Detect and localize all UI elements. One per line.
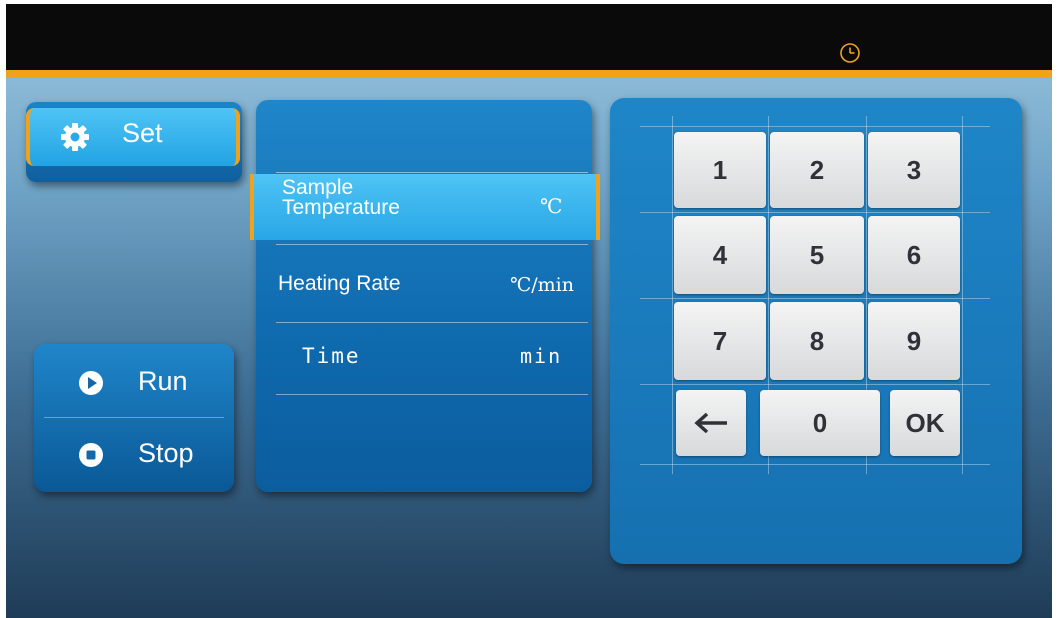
grid-line xyxy=(640,298,990,299)
set-button[interactable]: Set xyxy=(26,102,242,182)
run-button[interactable]: Run xyxy=(34,344,234,418)
param-unit: min xyxy=(520,344,563,368)
grid-line xyxy=(640,464,990,465)
param-row-sample-temperature[interactable]: Sample Temperature ℃ xyxy=(250,174,600,240)
numeric-keypad: 1 2 3 4 5 6 7 8 9 0 OK xyxy=(610,98,1022,564)
key-label: 3 xyxy=(906,155,922,185)
key-label: 4 xyxy=(712,240,728,270)
param-row-time[interactable]: Time min xyxy=(256,330,592,394)
grid-line xyxy=(962,116,963,474)
grid-line xyxy=(640,126,990,127)
grid-line xyxy=(640,384,990,385)
key-4[interactable]: 4 xyxy=(674,216,766,294)
key-label: 5 xyxy=(809,240,825,270)
param-label: Sample Temperature xyxy=(282,176,400,219)
param-label: Heating Rate xyxy=(278,272,401,295)
key-9[interactable]: 9 xyxy=(868,302,960,380)
ok-key[interactable]: OK xyxy=(890,390,960,456)
param-unit: ℃ xyxy=(540,194,563,218)
parameter-panel: Sample Temperature ℃ Heating Rate ℃/min … xyxy=(250,100,600,492)
key-label: 7 xyxy=(712,326,728,356)
key-label: 0 xyxy=(812,408,828,438)
clock-icon xyxy=(840,43,860,63)
gear-icon xyxy=(61,123,89,151)
key-label: 6 xyxy=(906,240,922,270)
device-screen: Set Run Stop Sample Temperature ℃ Heatin… xyxy=(6,4,1052,618)
play-icon xyxy=(79,371,103,395)
set-button-face[interactable]: Set xyxy=(26,108,240,166)
divider xyxy=(276,394,588,395)
grid-line xyxy=(672,116,673,474)
stop-button[interactable]: Stop xyxy=(34,418,234,492)
key-5[interactable]: 5 xyxy=(770,216,864,294)
key-label: 2 xyxy=(809,155,825,185)
key-label: 9 xyxy=(906,326,922,356)
key-8[interactable]: 8 xyxy=(770,302,864,380)
run-button-label: Run xyxy=(138,366,188,396)
stop-button-label: Stop xyxy=(138,438,194,468)
key-7[interactable]: 7 xyxy=(674,302,766,380)
key-3[interactable]: 3 xyxy=(868,132,960,208)
param-label: Time xyxy=(302,344,361,368)
arrow-left-icon xyxy=(694,412,727,434)
param-label-line: Temperature xyxy=(282,196,400,219)
param-unit: ℃/min xyxy=(510,274,574,296)
param-label-line: Sample xyxy=(282,176,354,199)
key-6[interactable]: 6 xyxy=(868,216,960,294)
run-stop-panel: Run Stop xyxy=(34,344,234,492)
key-label: 1 xyxy=(712,155,728,185)
divider xyxy=(276,322,588,323)
top-bar xyxy=(6,4,1052,70)
backspace-key[interactable] xyxy=(676,390,746,456)
divider xyxy=(276,172,588,173)
key-0[interactable]: 0 xyxy=(760,390,880,456)
stop-icon xyxy=(79,443,103,467)
key-label: 8 xyxy=(809,326,825,356)
set-button-label: Set xyxy=(122,118,163,148)
param-row-heating-rate[interactable]: Heating Rate ℃/min xyxy=(256,250,592,320)
key-1[interactable]: 1 xyxy=(674,132,766,208)
grid-line xyxy=(640,212,990,213)
divider xyxy=(276,244,588,245)
header-accent-line xyxy=(6,70,1052,78)
ok-label: OK xyxy=(905,408,945,438)
key-2[interactable]: 2 xyxy=(770,132,864,208)
